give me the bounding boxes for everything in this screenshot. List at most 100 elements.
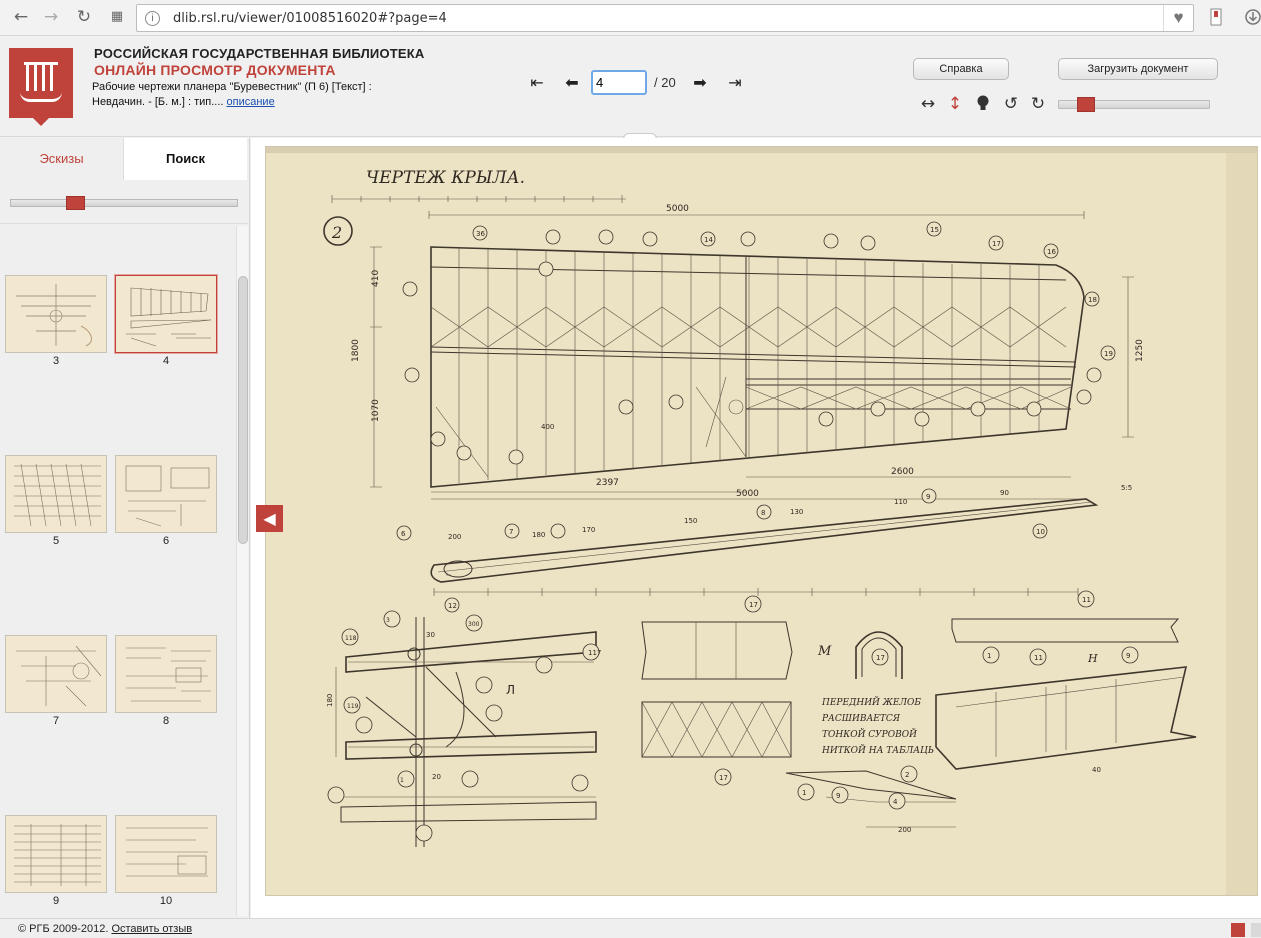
section-mark: Н (1087, 652, 1098, 665)
callout-text: 17 (749, 601, 758, 609)
callout-text: 1 (400, 777, 404, 784)
copyright-text: © РГБ 2009-2012. (18, 923, 109, 935)
viewer-subtitle: ОНЛАЙН ПРОСМОТР ДОКУМЕНТА (94, 62, 336, 78)
small-dim: 30 (426, 631, 435, 639)
rotate-left-icon[interactable]: ↺ (1001, 94, 1021, 114)
zoom-slider[interactable] (1058, 97, 1210, 112)
rsl-logo[interactable] (9, 48, 73, 126)
small-dim: 40 (1092, 766, 1101, 774)
dim-height-right: 1250 (1135, 339, 1145, 362)
download-document-button[interactable]: Загрузить документ (1058, 58, 1218, 80)
thumbnail-page-10[interactable] (115, 815, 217, 893)
callout-text: 4 (893, 798, 898, 806)
status-square-icon[interactable] (1231, 923, 1245, 937)
thumbnail-page-4[interactable] (115, 275, 217, 353)
callout-text: 11 (1034, 654, 1043, 662)
prev-page-icon[interactable]: ⬅ (561, 72, 583, 94)
download-icon[interactable] (1244, 8, 1261, 26)
status-square-icon (1251, 923, 1261, 937)
note-line-4: НИТКОЙ НА ТАБЛАЦЬ (821, 744, 934, 756)
sidebar: Эскизы Поиск 3 4 5 6 7 8 9 10 (0, 138, 250, 918)
document-imprint: Невдачин. - [Б. м.] : тип.... описание (92, 96, 275, 108)
page-number-input[interactable]: 4 (591, 70, 647, 95)
spar-tick-text: 90 (1000, 489, 1009, 497)
tab-search[interactable]: Поиск (123, 138, 247, 180)
document-page-image[interactable]: .ln { stroke: #3d362c; stroke-width: 1; … (265, 146, 1258, 896)
rotate-right-icon[interactable]: ↻ (1028, 94, 1048, 114)
callout-text: 16 (1047, 248, 1056, 256)
wing-drawing: .ln { stroke: #3d362c; stroke-width: 1; … (266, 147, 1257, 895)
divider (0, 223, 248, 224)
thumbnail-label: 7 (52, 715, 60, 727)
small-dim: 180 (326, 694, 334, 707)
thumbnail-size-handle[interactable] (66, 196, 85, 210)
site-info-icon[interactable]: i (145, 11, 160, 26)
back-icon[interactable]: ← (10, 6, 32, 28)
thumbnail-list: 3 4 5 6 7 8 9 10 (0, 225, 234, 918)
forward-icon[interactable]: → (40, 6, 62, 28)
reload-icon[interactable]: ↻ (73, 6, 95, 28)
footer: © РГБ 2009-2012. Оставить отзыв (0, 918, 1261, 938)
callout-text: 6 (401, 530, 406, 538)
fit-height-icon[interactable]: ↕ (945, 94, 965, 114)
thumbnail-page-9[interactable] (5, 815, 107, 893)
small-dim: 20 (432, 773, 441, 781)
thumbnail-page-5[interactable] (5, 455, 107, 533)
section-mark: Л (506, 683, 515, 697)
callout-text: 9 (926, 493, 930, 501)
feedback-link[interactable]: Оставить отзыв (111, 923, 192, 935)
last-page-icon[interactable]: ⇥ (724, 72, 746, 94)
document-viewport[interactable]: .ln { stroke: #3d362c; stroke-width: 1; … (251, 138, 1261, 918)
thumbnail-label: 4 (162, 355, 170, 367)
apps-icon[interactable]: ▦ (106, 6, 128, 28)
help-button[interactable]: Справка (913, 58, 1009, 80)
bulb-icon[interactable] (973, 94, 993, 114)
callout-text: 12 (448, 602, 457, 610)
viewer-header: РОССИЙСКАЯ ГОСУДАРСТВЕННАЯ БИБЛИОТЕКА ОН… (0, 37, 1261, 141)
prev-page-side-button[interactable]: ◀ (256, 505, 283, 532)
next-page-icon[interactable]: ➡ (689, 72, 711, 94)
document-title: Рабочие чертежи планера "Буревестник" (П… (92, 81, 372, 93)
spar-tick-text: 180 (532, 531, 545, 539)
thumbnail-size-slider[interactable] (10, 196, 238, 210)
tab-thumbnails[interactable]: Эскизы (0, 138, 123, 180)
description-link[interactable]: описание (227, 96, 275, 108)
dim-segment-left: 2397 (596, 478, 619, 488)
note-line-3: ТОНКОЙ СУРОВОЙ (822, 728, 917, 740)
thumbnail-label: 3 (52, 355, 60, 367)
spar-tick-text: 110 (894, 498, 907, 506)
thumbnail-page-3[interactable] (5, 275, 107, 353)
zoom-slider-handle[interactable] (1077, 97, 1095, 112)
thumbnail-page-8[interactable] (115, 635, 217, 713)
bookmark-heart-icon[interactable]: ♥ (1163, 5, 1193, 31)
thumbnail-page-6[interactable] (115, 455, 217, 533)
small-dim: 200 (898, 826, 911, 834)
callout-text: 10 (1036, 528, 1045, 536)
sidebar-scrollbar[interactable] (236, 226, 248, 916)
part-callouts: 36 14 15 17 16 18 19 (402, 221, 1116, 465)
extension-icon[interactable] (1207, 8, 1225, 26)
callout-text: 18 (1088, 296, 1097, 304)
document-imprint-text: Невдачин. - [Б. м.] : тип.... (92, 96, 224, 108)
spar-tick-text: 130 (790, 508, 803, 516)
callout-text: 117 (588, 649, 601, 657)
sheet-number: 2 (331, 223, 342, 242)
callout-text: 300 (468, 621, 480, 628)
logo-columns-icon (24, 62, 58, 91)
callout-text: 3 (386, 617, 390, 624)
url-text[interactable]: dlib.rsl.ru/viewer/01008516020#?page=4 (173, 11, 447, 26)
address-bar[interactable]: i dlib.rsl.ru/viewer/01008516020#?page=4… (136, 4, 1194, 32)
callout-text: 14 (704, 236, 713, 244)
fit-width-icon[interactable]: ↔ (918, 94, 938, 114)
dim-upper-left: 410 (371, 270, 381, 287)
dim-lower-left: 1070 (371, 399, 381, 422)
dim-height-left: 1800 (351, 339, 361, 362)
thumbnail-page-7[interactable] (5, 635, 107, 713)
callout-text: 36 (476, 230, 485, 238)
library-title: РОССИЙСКАЯ ГОСУДАРСТВЕННАЯ БИБЛИОТЕКА (94, 46, 425, 61)
spar-tick-text: 200 (448, 533, 461, 541)
callout-text: 2 (905, 771, 909, 779)
small-dim: 5:5 (1121, 484, 1132, 492)
sidebar-scrollbar-thumb[interactable] (238, 276, 248, 544)
first-page-icon[interactable]: ⇤ (526, 72, 548, 94)
